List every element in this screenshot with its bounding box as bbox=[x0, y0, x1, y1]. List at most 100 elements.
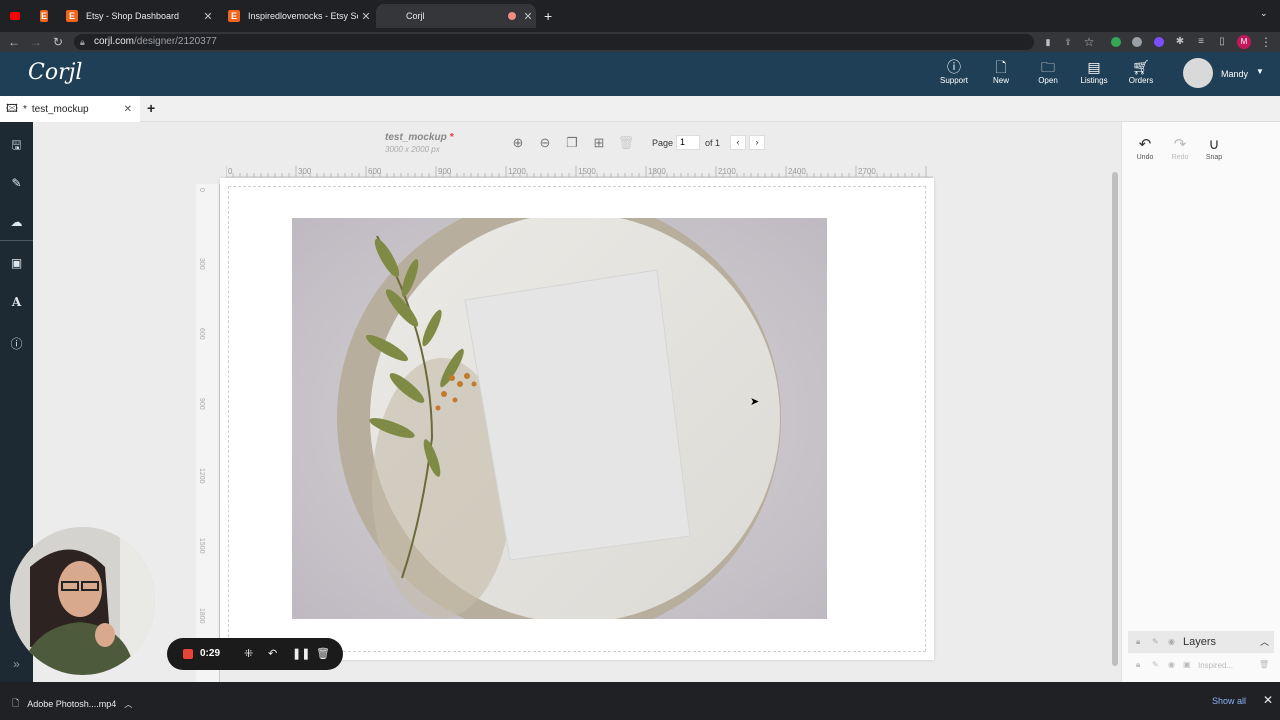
redo-icon: ↷ bbox=[1173, 136, 1187, 153]
chevron-up-icon[interactable]: ︿ bbox=[1260, 635, 1269, 648]
zoom-out-icon[interactable]: ⊖ bbox=[536, 134, 554, 152]
user-avatar[interactable] bbox=[1183, 58, 1213, 88]
extensions-puzzle-icon[interactable]: ✱ bbox=[1172, 34, 1188, 50]
new-file-icon: 🗋 bbox=[995, 59, 1007, 75]
extension-grey-icon[interactable] bbox=[1132, 37, 1142, 47]
chevron-up-icon[interactable]: ︿ bbox=[124, 699, 132, 710]
edit-icon[interactable]: ✎ bbox=[0, 176, 33, 190]
page-label: Page bbox=[652, 138, 674, 148]
share-icon[interactable]: ⇪ bbox=[1060, 34, 1076, 50]
eye-icon[interactable]: ◉ bbox=[1168, 660, 1175, 669]
prev-page-icon[interactable]: ‹ bbox=[730, 135, 746, 150]
close-icon[interactable]: ✕ bbox=[124, 104, 132, 115]
webcam-overlay bbox=[10, 527, 155, 675]
document-tab[interactable]: 🖾 * test_mockup ✕ bbox=[0, 96, 140, 122]
modified-marker: * bbox=[449, 132, 454, 143]
pencil-icon[interactable]: ✎ bbox=[1152, 637, 1159, 646]
eye-icon[interactable]: ◉ bbox=[1168, 637, 1175, 646]
username[interactable]: Mandy bbox=[1221, 69, 1248, 79]
download-item[interactable]: 🗋 Adobe Photosh....mp4 ︿ bbox=[12, 696, 132, 712]
browser-tab-inspiredlovemocks[interactable]: E Inspiredlovemocks - Etsy Sout ✕ bbox=[218, 4, 374, 28]
close-tab-icon[interactable]: ✕ bbox=[200, 10, 216, 23]
image-icon: ▣ bbox=[1183, 660, 1191, 669]
undo-button[interactable]: ↶ Undo bbox=[1133, 136, 1157, 161]
ruler-label: 0 bbox=[198, 188, 205, 192]
extension-green-icon[interactable] bbox=[1111, 37, 1121, 47]
trash-icon[interactable]: 🗑︎ bbox=[1259, 660, 1269, 669]
chevron-down-icon[interactable]: ⌄ bbox=[1260, 8, 1268, 19]
layer-name: Inspired... bbox=[1198, 661, 1234, 670]
layer-item[interactable]: 🔒︎ ✎ ◉ ▣ Inspired... 🗑︎ bbox=[1128, 657, 1274, 673]
new-tab-icon[interactable]: + bbox=[544, 8, 552, 24]
expand-icon[interactable]: » bbox=[0, 657, 33, 671]
media-icon[interactable]: ≡ bbox=[1193, 34, 1209, 50]
cloud-upload-icon[interactable]: ☁ bbox=[0, 215, 33, 229]
snap-button[interactable]: ∪ Snap bbox=[1202, 136, 1226, 161]
browser-toolbar: ← → ↻ 🔒︎ corjl.com/designer/2120377 ▮ ⇪ … bbox=[0, 32, 1280, 52]
extension-purple-icon[interactable] bbox=[1154, 37, 1164, 47]
orders-button[interactable]: 🛒︎ Orders bbox=[1121, 58, 1161, 85]
browser-tab-shop-dashboard[interactable]: E Etsy - Shop Dashboard ✕ bbox=[56, 4, 216, 28]
redo-button[interactable]: ↷ Redo bbox=[1168, 136, 1192, 161]
restart-icon[interactable]: ↶ bbox=[268, 647, 277, 660]
tab-title: Inspiredlovemocks - Etsy Sout bbox=[248, 11, 358, 21]
bookmark-star-icon[interactable]: ☆ bbox=[1081, 34, 1097, 50]
add-tab-icon[interactable]: + bbox=[147, 100, 155, 116]
forward-icon[interactable]: → bbox=[28, 34, 44, 50]
reload-icon[interactable]: ↻ bbox=[50, 34, 66, 50]
close-icon[interactable]: ✕ bbox=[1263, 693, 1273, 707]
save-icon[interactable]: 🖫 bbox=[0, 136, 33, 157]
close-tab-icon[interactable]: ✕ bbox=[520, 10, 536, 23]
new-button[interactable]: 🗋 New bbox=[981, 58, 1021, 85]
layers-header[interactable]: 🔒︎ ✎ ◉ Layers ︿ bbox=[1128, 631, 1274, 653]
camera-icon[interactable]: ▮ bbox=[1040, 34, 1056, 50]
listings-button[interactable]: ▤ Listings bbox=[1074, 58, 1114, 85]
pencil-icon[interactable]: ✎ bbox=[1152, 660, 1159, 669]
support-button[interactable]: ⓘ Support bbox=[934, 58, 974, 85]
close-tab-icon[interactable]: ✕ bbox=[358, 10, 374, 23]
delete-page-icon[interactable]: 🗑︎ bbox=[617, 134, 635, 152]
new-label: New bbox=[992, 76, 1009, 85]
text-icon[interactable]: A bbox=[0, 295, 33, 309]
page-number-input[interactable]: 1 bbox=[676, 135, 700, 150]
show-all-button[interactable]: Show all bbox=[1212, 696, 1246, 706]
info-icon[interactable]: ⓘ bbox=[0, 335, 33, 352]
zoom-in-icon[interactable]: ⊕ bbox=[509, 134, 527, 152]
lock-icon[interactable]: 🔒︎ bbox=[1136, 660, 1140, 670]
browser-tab-etsy[interactable]: E bbox=[30, 4, 56, 28]
divider bbox=[0, 240, 33, 241]
address-bar[interactable]: 🔒︎ corjl.com/designer/2120377 bbox=[74, 34, 1034, 50]
app-header: Corjl ⓘ Support 🗋 New 🗀 Open ▤ Listings … bbox=[0, 52, 1280, 96]
browser-tab-corjl[interactable]: Corjl ✕ bbox=[376, 4, 536, 28]
redo-label: Redo bbox=[1171, 154, 1189, 161]
page-count: of 1 bbox=[705, 138, 721, 148]
trash-icon[interactable]: 🗑︎ bbox=[316, 647, 330, 660]
etsy-icon: E bbox=[66, 10, 78, 22]
vertical-scrollbar[interactable] bbox=[1112, 172, 1118, 666]
browser-tab-youtube[interactable] bbox=[0, 4, 30, 28]
menu-kebab-icon[interactable]: ⋮ bbox=[1258, 34, 1274, 50]
next-page-icon[interactable]: › bbox=[749, 135, 765, 150]
right-panel: ↶ Undo ↷ Redo ∪ Snap 🔒︎ ✎ ◉ Layers ︿ 🔒︎ … bbox=[1121, 122, 1280, 682]
copy-page-icon[interactable]: ❐ bbox=[563, 134, 581, 152]
side-panel-icon[interactable]: ▯ bbox=[1214, 34, 1230, 50]
open-button[interactable]: 🗀 Open bbox=[1028, 58, 1068, 85]
ruler-label: 600 bbox=[368, 167, 382, 176]
add-page-icon[interactable]: ⊞ bbox=[590, 134, 608, 152]
magnet-icon: ∪ bbox=[1208, 136, 1220, 153]
profile-avatar[interactable]: M bbox=[1237, 35, 1251, 49]
lock-icon[interactable]: 🔒︎ bbox=[1136, 637, 1140, 647]
image-icon[interactable]: ▣ bbox=[0, 256, 33, 270]
image-icon: 🖾 bbox=[6, 102, 18, 115]
pause-icon[interactable]: ❚❚ bbox=[292, 647, 310, 660]
design-canvas[interactable] bbox=[220, 178, 934, 660]
recording-indicator-icon bbox=[508, 12, 516, 20]
back-icon[interactable]: ← bbox=[6, 34, 22, 50]
ruler-label: 2100 bbox=[718, 167, 736, 176]
mockup-photo[interactable] bbox=[292, 218, 827, 619]
grid-icon[interactable]: ⁜ bbox=[244, 647, 253, 660]
ruler-label: 600 bbox=[198, 328, 205, 340]
stop-recording-button[interactable] bbox=[183, 649, 193, 659]
chevron-down-icon[interactable]: ▼ bbox=[1256, 67, 1264, 76]
corjl-logo[interactable]: Corjl bbox=[28, 60, 82, 85]
